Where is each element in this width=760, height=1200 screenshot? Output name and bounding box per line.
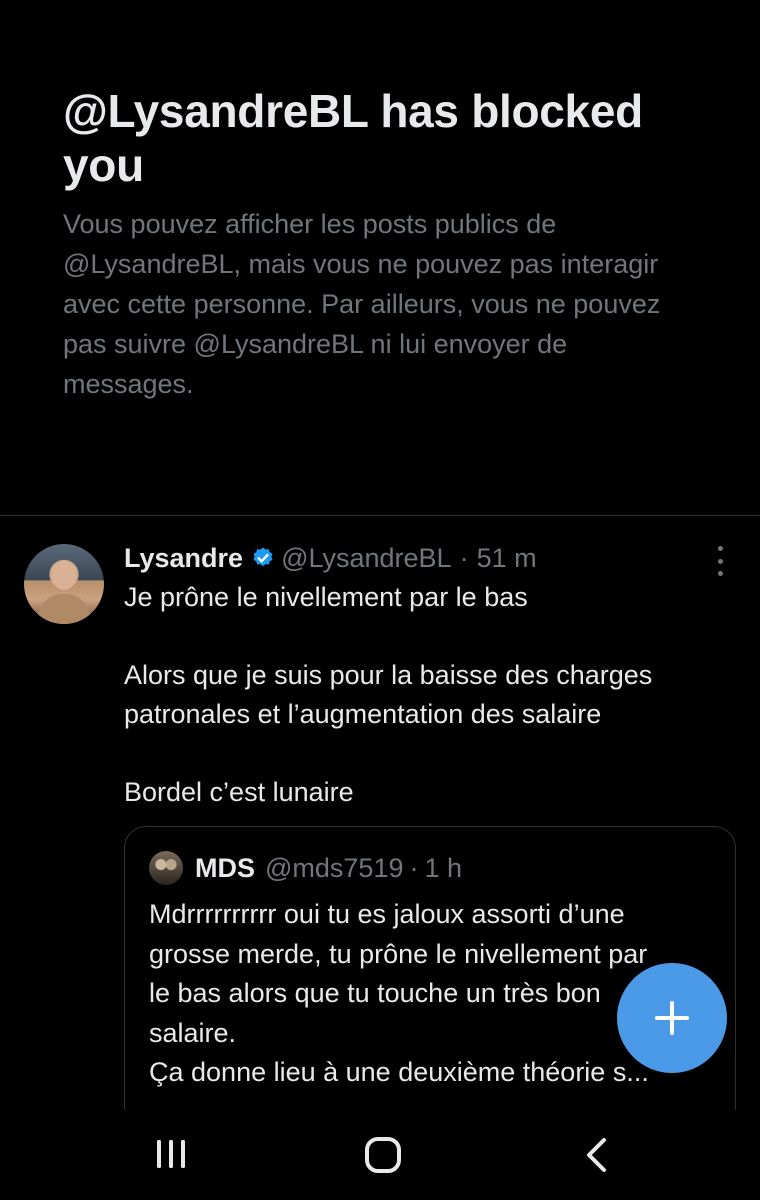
tweet-line: Je prône le nivellement par le bas: [124, 582, 528, 612]
blocked-title: @LysandreBL has blocked you: [63, 85, 643, 191]
quote-separator: ·: [409, 852, 419, 883]
quote-line: Ça donne lieu à une deuxième théorie s..…: [149, 1057, 649, 1087]
avatar[interactable]: [24, 544, 104, 624]
back-icon[interactable]: [580, 1136, 612, 1174]
quote-line: Mdrrrrrrrrrr oui tu es jaloux assorti d’…: [149, 899, 625, 929]
quote-timestamp: 1 h: [424, 852, 463, 883]
recent-apps-icon[interactable]: [155, 1138, 187, 1170]
tweet-header: Lysandre @LysandreBL · 51 m: [124, 540, 537, 576]
separator: ·: [459, 542, 469, 573]
avatar-head: [52, 560, 76, 590]
quote-line: grosse merde, tu prône le nivellement pa…: [149, 938, 648, 969]
avatar-torso: [38, 594, 90, 624]
author-handle[interactable]: @LysandreBL: [281, 543, 452, 574]
author-name[interactable]: Lysandre: [124, 543, 243, 574]
compose-button[interactable]: [617, 963, 727, 1073]
tweet-line: Alors que je suis pour la baisse des cha…: [124, 660, 653, 729]
plus-icon: [655, 1001, 689, 1035]
blocked-notice: @LysandreBL has blocked you Vous pouvez …: [63, 84, 703, 404]
more-options-icon[interactable]: [710, 546, 730, 576]
timestamp[interactable]: 51 m: [477, 543, 537, 574]
tweet-line: Bordel c’est lunaire: [124, 777, 354, 807]
blocked-description: Vous pouvez afficher les posts publics d…: [63, 209, 661, 399]
quote-avatar: [149, 851, 183, 885]
home-icon[interactable]: [364, 1136, 402, 1174]
screen: @LysandreBL has blocked you Vous pouvez …: [0, 0, 760, 1200]
verified-badge-icon: [253, 547, 273, 567]
tweet-text: Je prône le nivellement par le bas Alors…: [124, 578, 734, 812]
quote-header: MDS @mds7519 · 1 h: [149, 849, 462, 887]
quote-author-name: MDS: [195, 852, 255, 883]
system-nav-bar: [0, 1110, 760, 1200]
quote-author-handle: @mds7519: [265, 852, 404, 883]
